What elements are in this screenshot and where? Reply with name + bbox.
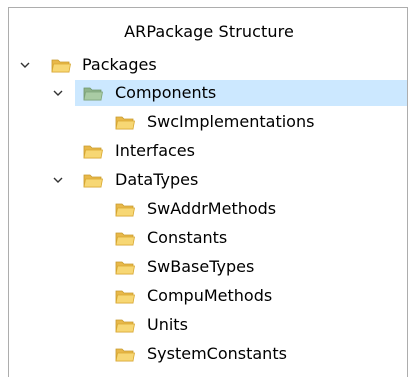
- tree-item-label: Packages: [82, 55, 157, 74]
- folder-icon: [115, 116, 135, 130]
- tree-item-units[interactable]: Units: [9, 312, 407, 338]
- tree-item-label: Units: [147, 315, 188, 334]
- tree-item-label: Components: [115, 83, 217, 102]
- chevron-down-icon[interactable]: [52, 174, 64, 186]
- tree-item-label: SwBaseTypes: [147, 257, 255, 276]
- folder-icon: [115, 290, 135, 304]
- tree-item-components[interactable]: Components: [9, 80, 407, 106]
- tree-item-datatypes[interactable]: DataTypes: [9, 167, 407, 193]
- folder-icon: [83, 174, 103, 188]
- folder-icon: [115, 203, 135, 217]
- chevron-down-icon[interactable]: [52, 87, 64, 99]
- tree-item-swaddrmethods[interactable]: SwAddrMethods: [9, 196, 407, 222]
- tree-item-label: SwcImplementations: [147, 112, 315, 131]
- tree-item-interfaces[interactable]: Interfaces: [9, 138, 407, 164]
- folder-icon: [51, 59, 71, 73]
- folder-icon: [115, 319, 135, 333]
- folder-icon: [115, 261, 135, 275]
- folder-icon: [83, 145, 103, 159]
- tree-item-label: SystemConstants: [147, 344, 287, 363]
- arpackage-structure-panel: ARPackage Structure Packages Components …: [8, 7, 408, 377]
- tree-item-label: Constants: [147, 228, 228, 247]
- tree-item-swcimplementations[interactable]: SwcImplementations: [9, 109, 407, 135]
- tree-item-systemconstants[interactable]: SystemConstants: [9, 341, 407, 367]
- tree-item-label: DataTypes: [115, 170, 199, 189]
- tree-item-compumethods[interactable]: CompuMethods: [9, 283, 407, 309]
- tree-item-label: Interfaces: [115, 141, 195, 160]
- tree-item-label: CompuMethods: [147, 286, 273, 305]
- folder-icon: [115, 348, 135, 362]
- panel-title: ARPackage Structure: [124, 22, 294, 41]
- tree-item-constants[interactable]: Constants: [9, 225, 407, 251]
- tree-item-label: SwAddrMethods: [147, 199, 277, 218]
- chevron-down-icon[interactable]: [19, 59, 31, 71]
- folder-icon: [83, 87, 103, 101]
- tree-item-packages[interactable]: Packages: [9, 52, 407, 78]
- tree-item-swbasetypes[interactable]: SwBaseTypes: [9, 254, 407, 280]
- folder-icon: [115, 232, 135, 246]
